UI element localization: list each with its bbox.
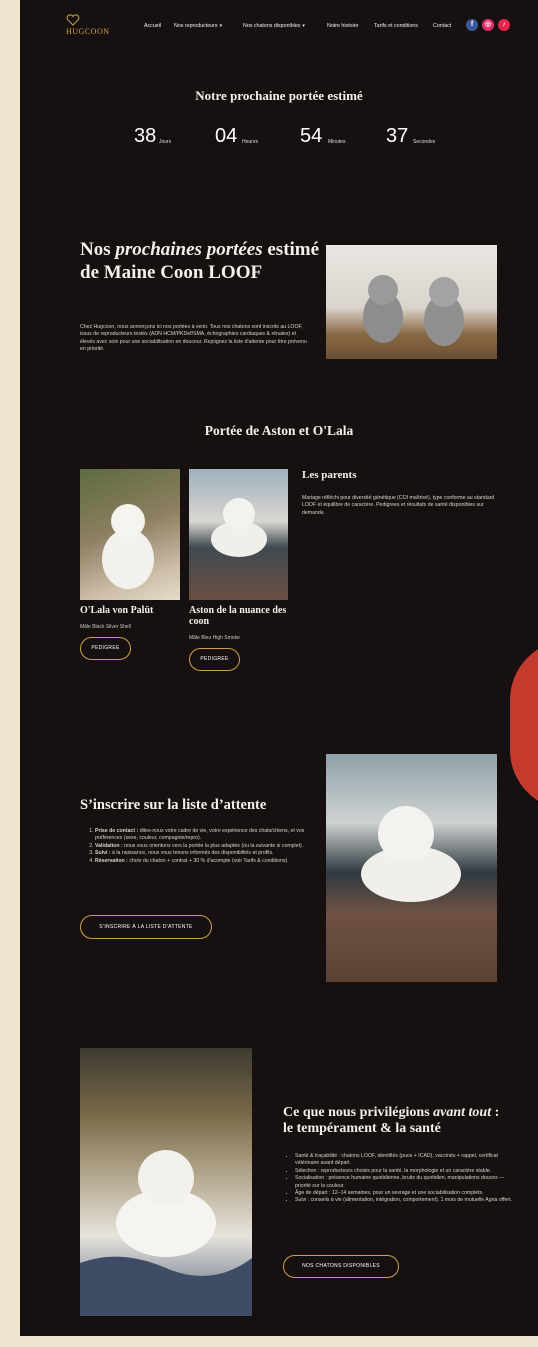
waitlist-cat-photo (326, 754, 497, 982)
step-label: Suivi : (95, 850, 111, 857)
waitlist-steps: Prise de contact : dites-nous votre cadr… (80, 828, 316, 865)
nav-chatons[interactable]: Nos chatons disponibles ▾ (243, 23, 305, 29)
chevron-down-icon: ▾ (219, 23, 223, 29)
logo-text[interactable]: HUGCOON (66, 27, 110, 36)
nav-tarifs[interactable]: Tarifs et conditions (374, 23, 418, 29)
nav-label: Nos chatons disponibles (243, 23, 301, 29)
countdown-title: Notre prochaine portée estimé (195, 88, 363, 103)
next-litters-text: Chez Hugcoon, nous annonçons ici nos por… (80, 324, 307, 353)
father-photo (189, 469, 288, 600)
litter-title: Portée de Aston et O'Lala (204, 423, 354, 438)
priorities-title: Ce que nous privilégions avant tout : le… (283, 1105, 503, 1137)
tiktok-icon[interactable]: ♪ (498, 19, 510, 31)
priority-item: Suivi : conseils à vie (alimentation, in… (295, 1197, 513, 1204)
logo-heart-icon[interactable] (66, 14, 80, 26)
step-text: à la naissance, nous vous tenons informé… (110, 850, 274, 857)
nav-accueil[interactable]: Accueil (144, 23, 161, 29)
countdown-seconds-label: Secondes (413, 139, 436, 145)
two-kittens-photo (326, 245, 497, 359)
step-label: Prise de contact : (95, 828, 139, 834)
countdown-seconds: 37 (386, 125, 409, 147)
parents-text: Mariage réfléchi pour diversité génétiqu… (302, 495, 495, 516)
father-name: Aston de la nuance des coon (189, 605, 287, 627)
mother-name: O'Lala von Palüt (80, 605, 154, 616)
nav-reproducteurs[interactable]: Nos reproducteurs ▾ (174, 23, 222, 29)
step-label: Validation : (95, 842, 123, 849)
parents-title: Les parents (302, 469, 357, 481)
nav-histoire[interactable]: Notre histoire (327, 23, 359, 29)
title-emphasis: prochaines portées (115, 239, 263, 260)
countdown-hours-label: Heures (242, 139, 259, 145)
pedigree-button-father[interactable]: PEDIGREE (189, 648, 240, 671)
step-text: nous vous orientons vers la portée la pl… (122, 842, 304, 849)
step-text: choix du chaton + contrat + 30 % d’acomp… (127, 857, 289, 864)
nav-label: Nos reproducteurs (174, 23, 218, 29)
page: HUGCOON Accueil Nos reproducteurs ▾ Nos c… (20, 0, 538, 1336)
available-kittens-button[interactable]: NOS CHATONS DISPONIBLES (283, 1255, 399, 1278)
priority-item: Socialisation : présence humaine quotidi… (295, 1175, 513, 1190)
countdown-days-label: Jours (159, 139, 172, 145)
priority-item: Sélection : reproducteurs choisis pour l… (295, 1168, 513, 1175)
facebook-icon[interactable]: f (466, 19, 478, 31)
father-desc: Mâle Bleu High Smoke (189, 635, 240, 641)
next-litters-title: Nos prochaines portées estimé de Maine C… (80, 238, 320, 284)
step-label: Réservation : (95, 857, 128, 864)
step-item: Prise de contact : dites-nous votre cadr… (95, 828, 316, 843)
title-emphasis: avant tout (433, 1105, 492, 1120)
title-part: Ce que nous privilégions (283, 1105, 434, 1120)
mother-photo (80, 469, 180, 600)
nav-contact[interactable]: Contact (433, 23, 451, 29)
countdown-days: 38 (134, 125, 157, 147)
priorities-list: Santé & traçabilité : chatons LOOF, iden… (283, 1153, 513, 1205)
countdown-hours: 04 (215, 125, 238, 147)
step-item: Suivi : à la naissance, nous vous tenons… (95, 850, 316, 857)
title-part: Nos (80, 239, 116, 260)
priority-item: Santé & traçabilité : chatons LOOF, iden… (295, 1153, 513, 1168)
mother-desc: Mâle Black Silver Shell (80, 624, 131, 630)
waitlist-signup-button[interactable]: S’INSCRIRE À LA LISTE D’ATTENTE (80, 915, 212, 939)
step-item: Réservation : choix du chaton + contrat … (95, 858, 316, 865)
decorative-red-circle (510, 640, 538, 810)
pedigree-button-mother[interactable]: PEDIGREE (80, 637, 131, 660)
countdown-minutes: 54 (300, 125, 323, 147)
instagram-icon[interactable]: ◎ (482, 19, 494, 31)
priority-item: Âge de départ : 12–14 semaines, pour un … (295, 1190, 513, 1197)
chevron-down-icon: ▾ (302, 23, 305, 29)
waitlist-title: S’inscrire sur la liste d’attente (80, 797, 267, 813)
step-item: Validation : nous vous orientons vers la… (95, 843, 316, 850)
countdown-minutes-label: Minutes (328, 139, 346, 145)
priorities-cat-photo (80, 1048, 252, 1316)
